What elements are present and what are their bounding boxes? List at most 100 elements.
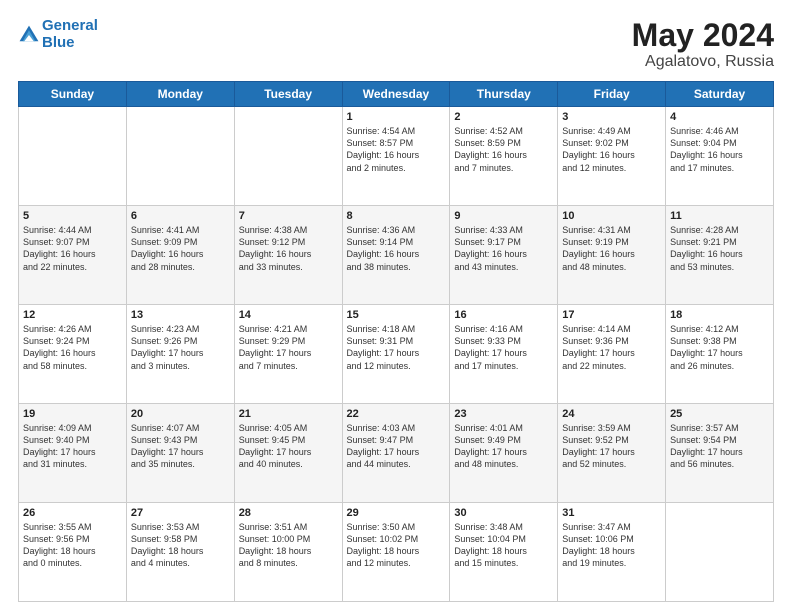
day-info: Sunrise: 4:33 AM Sunset: 9:17 PM Dayligh… <box>454 224 553 273</box>
calendar-day-25: 25 Sunrise: 3:57 AM Sunset: 9:54 PM Dayli… <box>666 404 774 503</box>
day-number: 15 <box>347 309 446 321</box>
day-info: Sunrise: 4:54 AM Sunset: 8:57 PM Dayligh… <box>347 125 446 174</box>
day-number: 21 <box>239 408 338 420</box>
day-info: Sunrise: 4:28 AM Sunset: 9:21 PM Dayligh… <box>670 224 769 273</box>
day-number: 4 <box>670 111 769 123</box>
day-info: Sunrise: 4:26 AM Sunset: 9:24 PM Dayligh… <box>23 323 122 372</box>
logo: General Blue <box>18 18 98 51</box>
calendar-day-20: 20 Sunrise: 4:07 AM Sunset: 9:43 PM Dayli… <box>126 404 234 503</box>
calendar-header-row: SundayMondayTuesdayWednesdayThursdayFrid… <box>19 82 774 107</box>
title-block: May 2024 Agalatovo, Russia <box>632 18 774 71</box>
day-info: Sunrise: 4:12 AM Sunset: 9:38 PM Dayligh… <box>670 323 769 372</box>
day-info: Sunrise: 4:07 AM Sunset: 9:43 PM Dayligh… <box>131 422 230 471</box>
day-number: 17 <box>562 309 661 321</box>
day-number: 31 <box>562 507 661 519</box>
calendar-day-28: 28Sunrise: 3:51 AM Sunset: 10:00 PM Dayl… <box>234 503 342 602</box>
day-info: Sunrise: 4:14 AM Sunset: 9:36 PM Dayligh… <box>562 323 661 372</box>
calendar-day-23: 23 Sunrise: 4:01 AM Sunset: 9:49 PM Dayli… <box>450 404 558 503</box>
empty-cell <box>19 107 127 206</box>
day-info: Sunrise: 4:49 AM Sunset: 9:02 PM Dayligh… <box>562 125 661 174</box>
calendar-day-2: 2 Sunrise: 4:52 AM Sunset: 8:59 PM Daylig… <box>450 107 558 206</box>
day-info: Sunrise: 4:31 AM Sunset: 9:19 PM Dayligh… <box>562 224 661 273</box>
day-info: Sunrise: 3:53 AM Sunset: 9:58 PM Dayligh… <box>131 521 230 570</box>
day-number: 18 <box>670 309 769 321</box>
day-header-thursday: Thursday <box>450 82 558 107</box>
day-info: Sunrise: 4:41 AM Sunset: 9:09 PM Dayligh… <box>131 224 230 273</box>
calendar-day-15: 15Sunrise: 4:18 AM Sunset: 9:31 PM Dayli… <box>342 305 450 404</box>
calendar-day-13: 13Sunrise: 4:23 AM Sunset: 9:26 PM Dayli… <box>126 305 234 404</box>
day-info: Sunrise: 3:59 AM Sunset: 9:52 PM Dayligh… <box>562 422 661 471</box>
day-number: 27 <box>131 507 230 519</box>
empty-cell <box>666 503 774 602</box>
day-header-wednesday: Wednesday <box>342 82 450 107</box>
day-info: Sunrise: 4:36 AM Sunset: 9:14 PM Dayligh… <box>347 224 446 273</box>
day-number: 10 <box>562 210 661 222</box>
calendar-day-24: 24 Sunrise: 3:59 AM Sunset: 9:52 PM Dayli… <box>558 404 666 503</box>
day-number: 8 <box>347 210 446 222</box>
header: General Blue May 2024 Agalatovo, Russia <box>18 18 774 71</box>
calendar-day-8: 8 Sunrise: 4:36 AM Sunset: 9:14 PM Daylig… <box>342 206 450 305</box>
day-info: Sunrise: 3:57 AM Sunset: 9:54 PM Dayligh… <box>670 422 769 471</box>
calendar-day-22: 22 Sunrise: 4:03 AM Sunset: 9:47 PM Dayli… <box>342 404 450 503</box>
day-number: 20 <box>131 408 230 420</box>
day-header-sunday: Sunday <box>19 82 127 107</box>
day-header-friday: Friday <box>558 82 666 107</box>
day-number: 29 <box>347 507 446 519</box>
calendar-day-17: 17 Sunrise: 4:14 AM Sunset: 9:36 PM Dayli… <box>558 305 666 404</box>
day-number: 5 <box>23 210 122 222</box>
day-number: 14 <box>239 309 338 321</box>
calendar-day-16: 16 Sunrise: 4:16 AM Sunset: 9:33 PM Dayli… <box>450 305 558 404</box>
calendar-day-29: 29 Sunrise: 3:50 AM Sunset: 10:02 PM Dayl… <box>342 503 450 602</box>
day-number: 16 <box>454 309 553 321</box>
day-number: 19 <box>23 408 122 420</box>
calendar-week-4: 19 Sunrise: 4:09 AM Sunset: 9:40 PM Dayli… <box>19 404 774 503</box>
day-number: 12 <box>23 309 122 321</box>
calendar-day-18: 18 Sunrise: 4:12 AM Sunset: 9:38 PM Dayli… <box>666 305 774 404</box>
day-info: Sunrise: 3:55 AM Sunset: 9:56 PM Dayligh… <box>23 521 122 570</box>
day-number: 1 <box>347 111 446 123</box>
day-info: Sunrise: 4:03 AM Sunset: 9:47 PM Dayligh… <box>347 422 446 471</box>
day-number: 13 <box>131 309 230 321</box>
day-number: 11 <box>670 210 769 222</box>
day-number: 23 <box>454 408 553 420</box>
calendar-day-5: 5 Sunrise: 4:44 AM Sunset: 9:07 PM Daylig… <box>19 206 127 305</box>
day-info: Sunrise: 3:48 AM Sunset: 10:04 PM Daylig… <box>454 521 553 570</box>
calendar-day-12: 12 Sunrise: 4:26 AM Sunset: 9:24 PM Dayli… <box>19 305 127 404</box>
calendar-day-27: 27 Sunrise: 3:53 AM Sunset: 9:58 PM Dayli… <box>126 503 234 602</box>
day-info: Sunrise: 4:05 AM Sunset: 9:45 PM Dayligh… <box>239 422 338 471</box>
day-info: Sunrise: 4:21 AM Sunset: 9:29 PM Dayligh… <box>239 323 338 372</box>
day-number: 25 <box>670 408 769 420</box>
month-year: May 2024 <box>632 18 774 53</box>
day-info: Sunrise: 4:16 AM Sunset: 9:33 PM Dayligh… <box>454 323 553 372</box>
day-header-monday: Monday <box>126 82 234 107</box>
calendar-day-14: 14 Sunrise: 4:21 AM Sunset: 9:29 PM Dayli… <box>234 305 342 404</box>
day-number: 2 <box>454 111 553 123</box>
calendar-day-9: 9 Sunrise: 4:33 AM Sunset: 9:17 PM Daylig… <box>450 206 558 305</box>
day-info: Sunrise: 4:38 AM Sunset: 9:12 PM Dayligh… <box>239 224 338 273</box>
calendar-table: SundayMondayTuesdayWednesdayThursdayFrid… <box>18 81 774 602</box>
day-number: 30 <box>454 507 553 519</box>
day-header-tuesday: Tuesday <box>234 82 342 107</box>
day-info: Sunrise: 3:50 AM Sunset: 10:02 PM Daylig… <box>347 521 446 570</box>
day-number: 24 <box>562 408 661 420</box>
day-number: 22 <box>347 408 446 420</box>
calendar-day-7: 7 Sunrise: 4:38 AM Sunset: 9:12 PM Daylig… <box>234 206 342 305</box>
day-number: 7 <box>239 210 338 222</box>
day-info: Sunrise: 4:52 AM Sunset: 8:59 PM Dayligh… <box>454 125 553 174</box>
day-info: Sunrise: 4:09 AM Sunset: 9:40 PM Dayligh… <box>23 422 122 471</box>
calendar-week-2: 5 Sunrise: 4:44 AM Sunset: 9:07 PM Daylig… <box>19 206 774 305</box>
calendar-day-31: 31Sunrise: 3:47 AM Sunset: 10:06 PM Dayl… <box>558 503 666 602</box>
calendar-day-4: 4 Sunrise: 4:46 AM Sunset: 9:04 PM Daylig… <box>666 107 774 206</box>
day-number: 26 <box>23 507 122 519</box>
calendar-week-1: 1 Sunrise: 4:54 AM Sunset: 8:57 PM Daylig… <box>19 107 774 206</box>
page: General Blue May 2024 Agalatovo, Russia … <box>0 0 792 612</box>
day-info: Sunrise: 4:44 AM Sunset: 9:07 PM Dayligh… <box>23 224 122 273</box>
day-info: Sunrise: 4:01 AM Sunset: 9:49 PM Dayligh… <box>454 422 553 471</box>
day-info: Sunrise: 4:46 AM Sunset: 9:04 PM Dayligh… <box>670 125 769 174</box>
calendar-day-26: 26 Sunrise: 3:55 AM Sunset: 9:56 PM Dayli… <box>19 503 127 602</box>
calendar-day-11: 11 Sunrise: 4:28 AM Sunset: 9:21 PM Dayli… <box>666 206 774 305</box>
day-number: 9 <box>454 210 553 222</box>
calendar-day-1: 1 Sunrise: 4:54 AM Sunset: 8:57 PM Daylig… <box>342 107 450 206</box>
day-number: 6 <box>131 210 230 222</box>
calendar-week-5: 26 Sunrise: 3:55 AM Sunset: 9:56 PM Dayli… <box>19 503 774 602</box>
